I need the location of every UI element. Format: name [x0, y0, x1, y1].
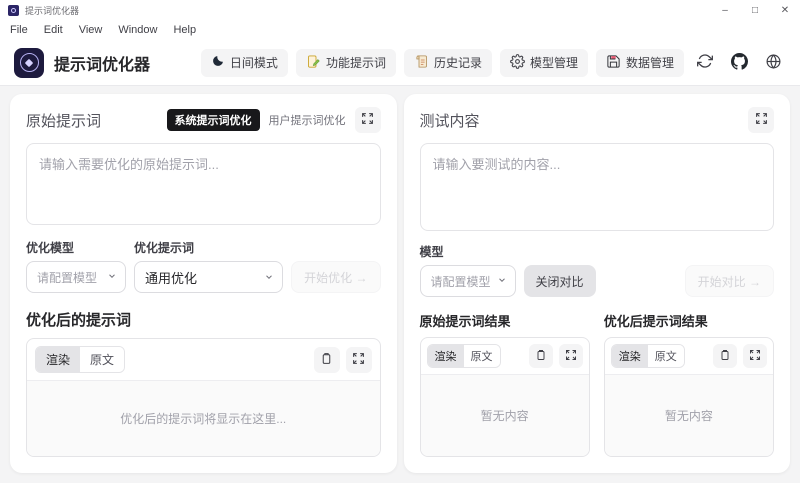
- fullscreen-icon: [755, 112, 768, 128]
- fullscreen-icon: [565, 349, 577, 364]
- expand-test-content-button[interactable]: [748, 107, 774, 133]
- optimized-prompt-panel: 渲染 原文 优化后的提示词将显示在这里...: [26, 338, 381, 457]
- moon-icon: [211, 54, 225, 71]
- optimize-model-value: 请配置模型: [37, 269, 97, 286]
- compare-toggle-button[interactable]: 关闭对比: [524, 265, 596, 297]
- test-content-input[interactable]: [420, 143, 775, 231]
- expand-original-prompt-button[interactable]: [355, 107, 381, 133]
- test-model-label: 模型: [420, 243, 444, 260]
- history-label: 历史记录: [434, 54, 482, 71]
- function-prompts-label: 功能提示词: [326, 54, 386, 71]
- model-management-label: 模型管理: [530, 54, 578, 71]
- menubar: File Edit View Window Help: [0, 20, 800, 40]
- chevron-down-icon: [497, 274, 507, 288]
- tab-render[interactable]: 渲染: [428, 345, 464, 367]
- original-prompt-title: 原始提示词: [26, 110, 101, 131]
- page-title: 提示词优化器: [54, 51, 150, 75]
- github-icon: [731, 53, 748, 73]
- tab-render[interactable]: 渲染: [612, 345, 648, 367]
- scroll-icon: [414, 54, 429, 72]
- menu-edit[interactable]: Edit: [36, 22, 71, 38]
- test-model-value: 请配置模型: [431, 273, 491, 290]
- optimized-prompt-placeholder: 优化后的提示词将显示在这里...: [27, 380, 380, 456]
- original-result-placeholder: 暂无内容: [421, 374, 589, 456]
- language-button[interactable]: [760, 49, 786, 77]
- expand-optimized-result-button[interactable]: [743, 344, 767, 368]
- header-actions: 日间模式 功能提示词 历史记录 模型管理 数据管理: [201, 49, 786, 77]
- chevron-down-icon: [264, 270, 274, 285]
- menu-help[interactable]: Help: [165, 22, 204, 38]
- copy-icon: [719, 349, 731, 364]
- minimize-button[interactable]: –: [710, 0, 740, 20]
- refresh-icon: [697, 53, 713, 72]
- view-mode-tabs: 渲染 原文: [611, 344, 685, 368]
- copy-original-result-button[interactable]: [529, 344, 553, 368]
- optimized-result-title: 优化后提示词结果: [604, 311, 774, 330]
- optimized-prompt-title: 优化后的提示词: [26, 309, 381, 330]
- theme-toggle-button[interactable]: 日间模式: [201, 49, 288, 77]
- copy-icon: [320, 352, 333, 368]
- floppy-disk-icon: [606, 54, 621, 72]
- refresh-button[interactable]: [692, 49, 718, 77]
- tab-source[interactable]: 原文: [80, 347, 124, 372]
- model-management-button[interactable]: 模型管理: [500, 49, 588, 77]
- fullscreen-icon: [361, 112, 374, 128]
- expand-optimized-prompt-button[interactable]: [346, 347, 372, 373]
- window-title: 提示词优化器: [25, 4, 79, 17]
- function-prompts-button[interactable]: 功能提示词: [296, 49, 396, 77]
- chevron-down-icon: [107, 270, 117, 284]
- titlebar: 提示词优化器 – □ ✕: [0, 0, 800, 20]
- close-button[interactable]: ✕: [770, 0, 800, 20]
- optimize-template-select[interactable]: 通用优化: [134, 261, 283, 293]
- fullscreen-icon: [352, 352, 365, 368]
- copy-optimized-prompt-button[interactable]: [314, 347, 340, 373]
- original-result-panel: 渲染 原文 暂无内容: [420, 337, 590, 457]
- maximize-button[interactable]: □: [740, 0, 770, 20]
- menu-window[interactable]: Window: [110, 22, 165, 38]
- main-content: 原始提示词 系统提示词优化 用户提示词优化 优化模型 优化提示词 请配置模型 通…: [0, 86, 800, 483]
- expand-original-result-button[interactable]: [559, 344, 583, 368]
- theme-toggle-label: 日间模式: [230, 54, 278, 71]
- tab-render[interactable]: 渲染: [36, 347, 80, 372]
- original-result-column: 原始提示词结果 渲染 原文: [420, 311, 590, 457]
- view-mode-tabs: 渲染 原文: [427, 344, 501, 368]
- copy-icon: [535, 349, 547, 364]
- test-panel: 测试内容 模型 请配置模型 关闭对比 开始对比 → 原始提示词结果: [404, 94, 791, 473]
- optimize-model-select[interactable]: 请配置模型: [26, 261, 126, 293]
- tab-source[interactable]: 原文: [464, 345, 500, 367]
- fullscreen-icon: [749, 349, 761, 364]
- start-optimize-button[interactable]: 开始优化 →: [291, 261, 380, 293]
- original-result-title: 原始提示词结果: [420, 311, 590, 330]
- data-management-button[interactable]: 数据管理: [596, 49, 684, 77]
- app-header: 提示词优化器 日间模式 功能提示词 历史记录 模型管理 数据管理: [0, 40, 800, 86]
- github-button[interactable]: [726, 49, 752, 77]
- app-logo: [14, 48, 44, 78]
- history-button[interactable]: 历史记录: [404, 49, 492, 77]
- view-mode-tabs: 渲染 原文: [35, 346, 125, 373]
- start-compare-button[interactable]: 开始对比 →: [685, 265, 774, 297]
- gear-icon: [510, 54, 525, 72]
- test-content-title: 测试内容: [420, 110, 480, 131]
- copy-optimized-result-button[interactable]: [713, 344, 737, 368]
- tab-source[interactable]: 原文: [648, 345, 684, 367]
- document-edit-icon: [306, 54, 321, 72]
- optimized-result-placeholder: 暂无内容: [605, 374, 773, 456]
- optimized-result-column: 优化后提示词结果 渲染 原文: [604, 311, 774, 457]
- optimize-model-label: 优化模型: [26, 239, 134, 256]
- mode-tab-user-prompt[interactable]: 用户提示词优化: [269, 112, 346, 128]
- optimize-template-value: 通用优化: [145, 268, 197, 287]
- globe-icon: [765, 53, 782, 73]
- menu-file[interactable]: File: [2, 22, 36, 38]
- mode-tab-system-prompt[interactable]: 系统提示词优化: [167, 109, 260, 131]
- test-model-select[interactable]: 请配置模型: [420, 265, 516, 297]
- optimized-result-panel: 渲染 原文 暂无内容: [604, 337, 774, 457]
- prompt-panel: 原始提示词 系统提示词优化 用户提示词优化 优化模型 优化提示词 请配置模型 通…: [10, 94, 397, 473]
- original-prompt-input[interactable]: [26, 143, 381, 225]
- optimize-template-label: 优化提示词: [134, 239, 194, 256]
- app-window-icon: [8, 5, 19, 16]
- data-management-label: 数据管理: [626, 54, 674, 71]
- menu-view[interactable]: View: [71, 22, 111, 38]
